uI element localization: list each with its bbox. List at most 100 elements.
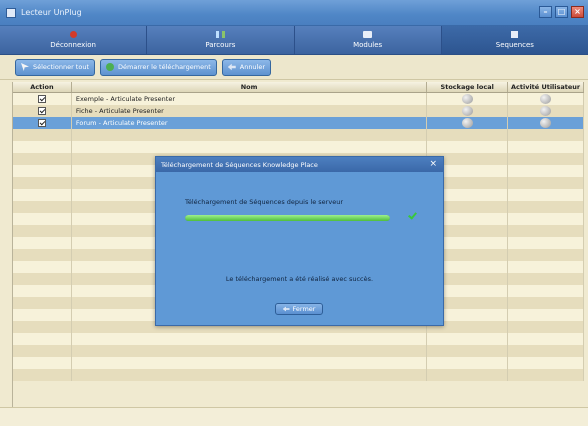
action-cell [13,261,72,273]
action-cell [13,225,72,237]
action-cell [13,117,72,129]
dialog-message: Le téléchargement a été réalisé avec suc… [225,275,374,283]
name-cell [72,345,428,357]
user-activity-cell [508,177,584,189]
action-cell [13,357,72,369]
start-download-button[interactable]: Démarrer le téléchargement [100,58,217,76]
local-storage-cell [427,129,509,141]
action-cell [13,273,72,285]
action-cell [13,321,72,333]
header-local-storage[interactable]: Stockage local [427,82,509,92]
app-icon [6,7,16,18]
name-cell [72,129,428,141]
action-cell [13,189,72,201]
user-activity-cell [508,225,584,237]
window-controls: – □ × [539,6,584,18]
route-icon [215,31,225,38]
maximize-icon[interactable]: □ [555,6,568,18]
download-progress-bar [185,215,390,221]
cancel-label: Annuler [239,63,266,71]
user-activity-cell [508,201,584,213]
user-activity-cell [508,297,584,309]
tab-label: Modules [353,41,383,49]
row-checkbox[interactable] [37,107,46,115]
cursor-icon [21,63,29,71]
table-row[interactable]: Exemple - Articulate Presenter [13,93,584,105]
close-dialog-label: Fermer [292,305,316,313]
download-dialog: Téléchargement de Séquences Knowledge Pl… [155,156,444,326]
title-bar: Lecteur UnPlug – □ × [0,0,588,26]
header-user-activity[interactable]: Activité Utilisateur [508,82,584,92]
local-storage-cell [427,333,509,345]
action-cell [13,297,72,309]
user-activity-cell [508,261,584,273]
progress-fill [185,215,390,221]
tab-label: Déconnexion [50,41,96,49]
user-activity-cell [508,357,584,369]
dialog-heading: Téléchargement de Séquences depuis le se… [185,198,343,206]
status-dot-icon [540,118,552,128]
row-checkbox[interactable] [37,95,46,103]
download-icon [106,63,115,71]
name-cell: Exemple - Articulate Presenter [72,93,428,105]
user-activity-cell [508,333,584,345]
minimize-icon[interactable]: – [539,6,552,18]
tab-sequences[interactable]: Sequences [441,26,588,54]
table-row[interactable]: Fiche - Articulate Presenter [13,105,584,117]
name-cell [72,141,428,153]
select-all-label: Sélectionner tout [33,63,90,71]
status-dot-icon [540,106,552,116]
name-cell [72,357,428,369]
row-checkbox[interactable] [37,119,46,127]
action-cell [13,369,72,381]
action-cell [13,141,72,153]
user-activity-cell [508,285,584,297]
close-dialog-button[interactable]: Fermer [275,303,323,315]
local-storage-cell [427,117,509,129]
user-activity-cell [508,165,584,177]
status-dot-icon [461,94,473,104]
user-activity-cell [508,105,584,117]
select-all-button[interactable]: Sélectionner tout [15,58,96,76]
table-row-empty [13,333,584,345]
dialog-title: Téléchargement de Séquences Knowledge Pl… [161,160,318,169]
action-cell [13,309,72,321]
tab-parcours[interactable]: Parcours [147,26,295,54]
action-cell [13,177,72,189]
user-activity-cell [508,345,584,357]
action-cell [13,345,72,357]
cancel-button[interactable]: Annuler [221,58,272,76]
tab-label: Parcours [205,41,236,49]
user-activity-cell [508,237,584,249]
tab-deconnexion[interactable]: Déconnexion [0,26,148,54]
tab-modules[interactable]: Modules [295,26,442,54]
modules-icon [363,31,373,38]
user-activity-cell [508,321,584,333]
name-cell [72,333,428,345]
name-cell [72,369,428,381]
table-row[interactable]: Forum - Articulate Presenter [13,117,584,129]
user-activity-cell [508,153,584,165]
action-cell [13,129,72,141]
status-dot-icon [461,106,473,116]
name-cell: Forum - Articulate Presenter [72,117,428,129]
header-name[interactable]: Nom [72,82,428,92]
action-cell [13,249,72,261]
window-title: Lecteur UnPlug [21,8,82,17]
name-cell: Fiche - Articulate Presenter [72,105,428,117]
power-icon [69,31,77,38]
close-icon[interactable]: × [571,6,584,18]
user-activity-cell [508,93,584,105]
back-arrow-icon [227,63,236,71]
dialog-title-bar: Téléchargement de Séquences Knowledge Pl… [156,157,443,172]
table-row-empty [13,345,584,357]
user-activity-cell [508,249,584,261]
dialog-close-icon[interactable]: × [429,159,437,169]
back-arrow-icon [282,306,290,312]
check-icon [408,211,416,220]
table-row-empty [13,357,584,369]
user-activity-cell [508,129,584,141]
header-action[interactable]: Action [13,82,72,92]
user-activity-cell [508,309,584,321]
main-nav: Déconnexion Parcours Modules Sequences [0,26,588,55]
